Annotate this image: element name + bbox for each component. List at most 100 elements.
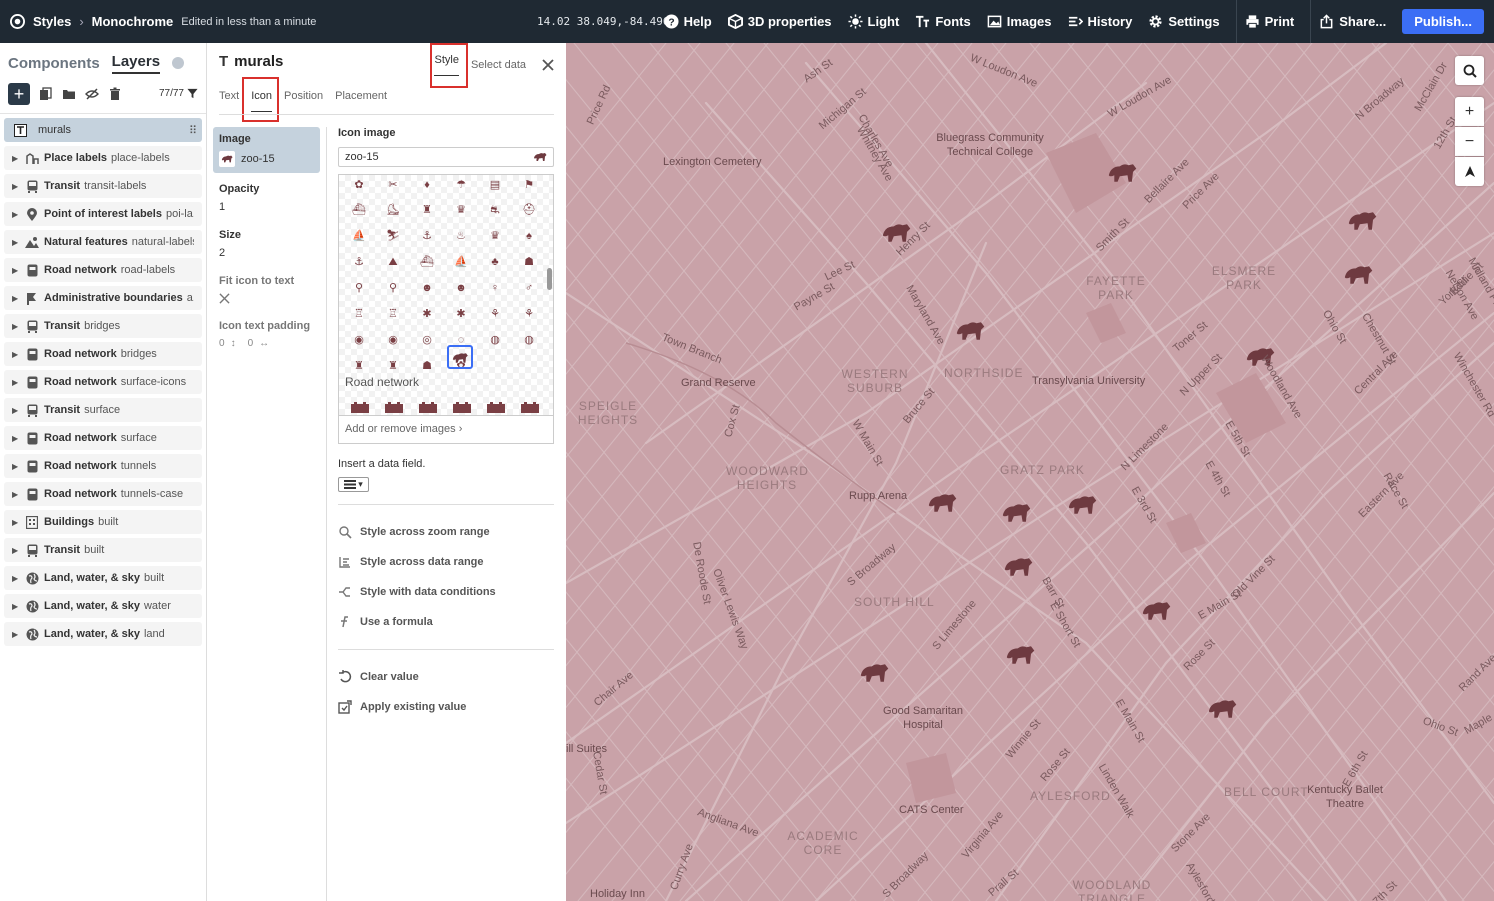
subtab-position[interactable]: Position [284, 90, 323, 112]
icon-option[interactable]: ♜ [352, 360, 366, 372]
caret-right-icon[interactable]: ▶ [12, 294, 24, 303]
map-zoo-icon[interactable] [954, 320, 986, 342]
search-map-button[interactable] [1455, 56, 1484, 85]
layer-item[interactable]: ▶ Land, water, & sky land [4, 622, 202, 646]
icon-option[interactable]: ✱ [420, 308, 434, 320]
caret-right-icon[interactable]: ▶ [12, 518, 24, 527]
poi-label[interactable]: Transylvania University [1032, 375, 1145, 387]
poi-label[interactable]: Kentucky Ballet Theatre [1306, 783, 1384, 811]
icon-option[interactable]: ♖ [352, 308, 366, 320]
icon-option[interactable]: ⚑ [522, 179, 536, 191]
caret-right-icon[interactable]: ▶ [12, 322, 24, 331]
insert-data-field-button[interactable]: ▾ [338, 477, 369, 492]
publish-button[interactable]: Publish... [1402, 9, 1484, 34]
road-shield-option[interactable] [520, 401, 540, 413]
icon-option[interactable]: ⛑ [522, 204, 536, 216]
poi-label[interactable]: Lexington Cemetery [663, 156, 761, 168]
icon-option[interactable]: ♜ [386, 360, 400, 372]
map-zoo-icon[interactable] [926, 492, 958, 514]
clear-value-button[interactable]: Clear value [338, 662, 554, 692]
settings-button[interactable]: Settings [1148, 14, 1220, 29]
style-name[interactable]: Monochrome [92, 14, 174, 29]
use-formula-button[interactable]: Use a formula [338, 607, 554, 637]
icon-option[interactable]: ⛷ [386, 230, 400, 242]
layer-item[interactable]: ▶ Land, water, & sky water [4, 594, 202, 618]
3d-properties-button[interactable]: 3D properties [727, 14, 832, 29]
icon-option[interactable]: ⛴ [420, 256, 434, 268]
layer-item[interactable]: ▶ Road network surface-icons [4, 370, 202, 394]
icon-option[interactable]: ⚓ [420, 230, 434, 242]
tab-select-data[interactable]: Select data [471, 59, 526, 71]
poi-label[interactable]: Bluegrass Community Technical College [930, 131, 1050, 159]
tab-layers[interactable]: Layers [111, 53, 161, 74]
caret-right-icon[interactable]: ▶ [12, 210, 24, 219]
layer-item[interactable]: ▶ Place labels place-labels [4, 146, 202, 170]
layer-item[interactable]: ▶ Transit bridges [4, 314, 202, 338]
map-zoo-icon[interactable] [1140, 600, 1172, 622]
fonts-button[interactable]: Fonts [915, 14, 971, 29]
property-image[interactable]: Image zoo-15 [213, 127, 320, 173]
poi-label[interactable]: CATS Center [899, 804, 964, 816]
style-zoom-range-button[interactable]: Style across zoom range [338, 517, 554, 547]
icon-option[interactable]: ♖ [386, 308, 400, 320]
layer-item[interactable]: ▶ Administrative boundariesa... [4, 286, 202, 310]
caret-right-icon[interactable]: ▶ [12, 350, 24, 359]
property-text-padding[interactable]: Icon text padding 0 ↕ 0 ↔ [213, 314, 320, 355]
icon-option[interactable]: ⛵ [352, 230, 366, 242]
caret-right-icon[interactable]: ▶ [12, 154, 24, 163]
icon-option[interactable]: ⚘ [488, 308, 502, 320]
poi-label[interactable]: Good Samaritan Hospital [878, 704, 968, 732]
caret-right-icon[interactable]: ▶ [12, 238, 24, 247]
map-canvas[interactable]: Lexington Cemetery Bluegrass Community T… [566, 43, 1494, 901]
style-data-range-button[interactable]: Style across data range [338, 547, 554, 577]
icon-picker-grid[interactable]: Road network Add or remove images › ✿ ✂ ♦ ☂… [338, 174, 554, 444]
icon-option[interactable]: ⚘ [522, 308, 536, 320]
icon-option[interactable]: ⛵ [454, 256, 468, 268]
images-button[interactable]: Images [987, 14, 1052, 29]
caret-right-icon[interactable]: ▶ [12, 574, 24, 583]
icon-option[interactable]: ▤ [488, 179, 502, 191]
icon-option[interactable]: ⚲ [386, 282, 400, 294]
layer-item[interactable]: ▶ Transit built [4, 538, 202, 562]
layer-item[interactable]: ▶ Road network tunnels [4, 454, 202, 478]
icon-option[interactable]: ⛴ [352, 204, 366, 216]
icon-option[interactable]: ♀ [488, 282, 502, 294]
map-zoo-icon[interactable] [858, 662, 890, 684]
icon-option[interactable]: ◉ [386, 334, 400, 346]
style-data-conditions-button[interactable]: Style with data conditions [338, 577, 554, 607]
icon-option[interactable]: ✱ [454, 308, 468, 320]
subtab-text[interactable]: Text [219, 90, 239, 112]
road-shield-option[interactable] [384, 401, 404, 413]
apply-existing-value-button[interactable]: Apply existing value [338, 692, 554, 722]
map-zoo-icon[interactable] [1002, 556, 1034, 578]
layer-item[interactable]: ▶ Road network surface [4, 426, 202, 450]
property-size[interactable]: Size 2 [213, 223, 320, 265]
layer-item[interactable]: ▶ Road network road-labels [4, 258, 202, 282]
scrollbar[interactable] [547, 268, 552, 290]
map-zoo-icon[interactable] [1066, 494, 1098, 516]
duplicate-icon[interactable] [39, 86, 53, 101]
mapbox-logo-icon[interactable] [10, 14, 25, 29]
compass-button[interactable] [1455, 157, 1484, 186]
caret-right-icon[interactable]: ▶ [12, 266, 24, 275]
selected-icon-option[interactable] [447, 345, 473, 369]
icon-option[interactable]: ☗ [420, 360, 434, 372]
light-button[interactable]: Light [848, 14, 899, 29]
icon-option[interactable]: ♛ [488, 230, 502, 242]
icon-option[interactable]: ♜ [420, 204, 434, 216]
history-button[interactable]: History [1068, 14, 1132, 29]
caret-right-icon[interactable]: ▶ [12, 378, 24, 387]
print-button[interactable]: Print [1245, 14, 1294, 29]
icon-option[interactable]: ☻ [454, 282, 468, 294]
icon-option[interactable]: ☻ [420, 282, 434, 294]
road-shield-option[interactable] [486, 401, 506, 413]
icon-option[interactable]: ♦ [420, 179, 434, 191]
add-remove-images-link[interactable]: Add or remove images › [339, 415, 553, 443]
layer-item[interactable]: ▶ Road network bridges [4, 342, 202, 366]
icon-option[interactable]: ☂ [454, 179, 468, 191]
layer-item-selected[interactable]: murals ⠿ [4, 118, 202, 142]
add-layer-button[interactable]: + [8, 82, 30, 105]
layer-item[interactable]: ▶ Natural features natural-labels [4, 230, 202, 254]
trash-icon[interactable] [108, 87, 122, 101]
layer-title[interactable]: murals [234, 53, 283, 70]
